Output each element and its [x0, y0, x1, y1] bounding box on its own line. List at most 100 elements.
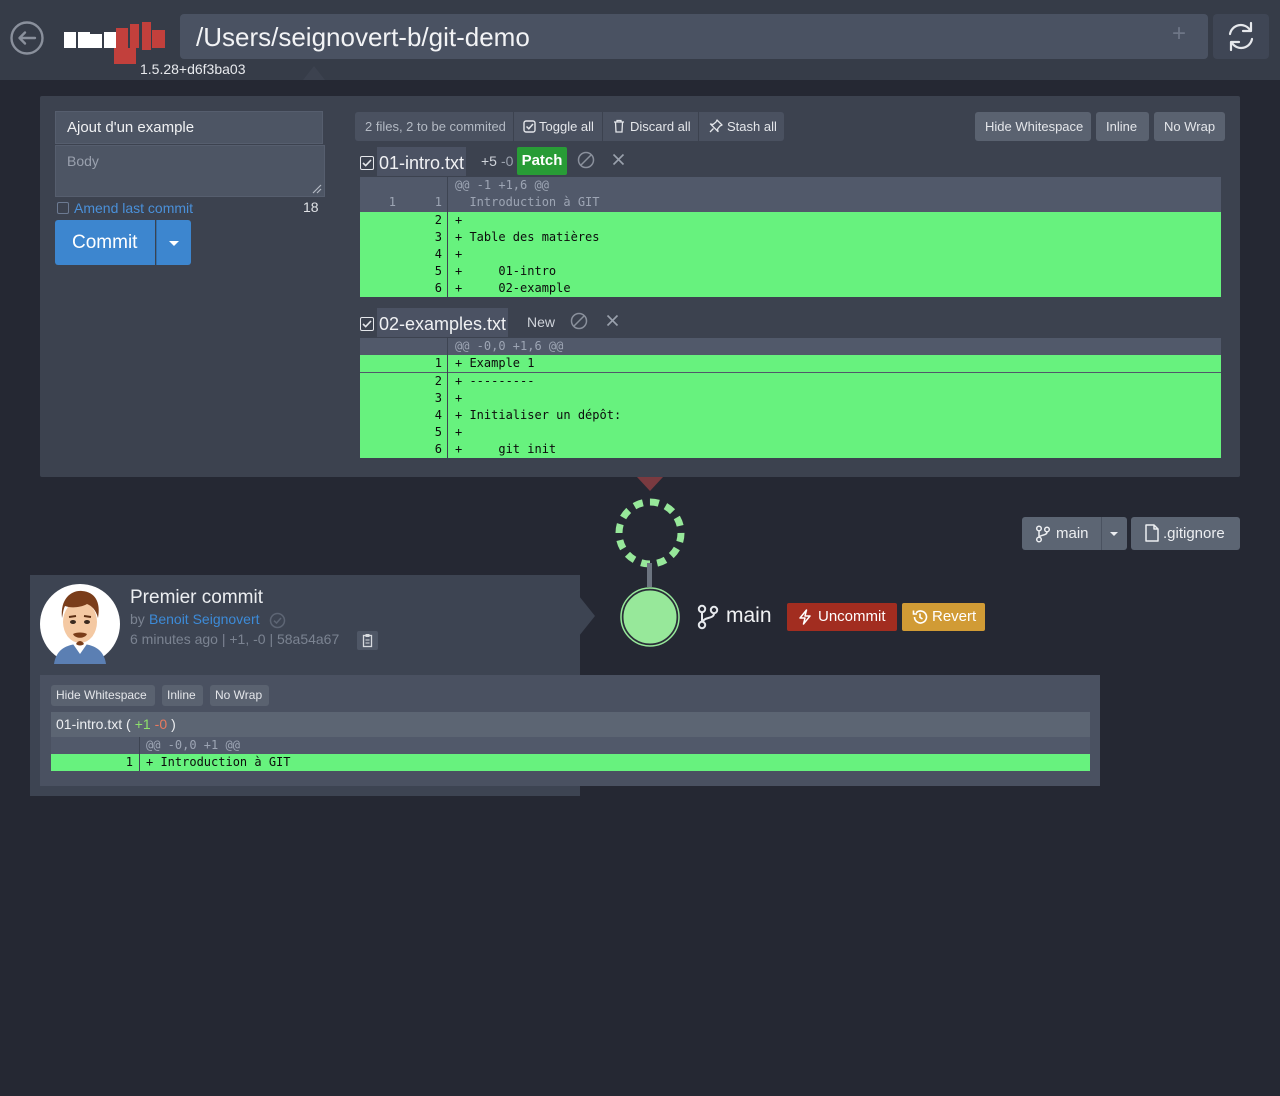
diff-line: 1 1 Introduction à GIT — [360, 194, 1221, 211]
gitignore-button[interactable]: .gitignore — [1131, 517, 1240, 550]
caret-down-icon — [169, 241, 179, 246]
diff-line: 4 + Initialiser un dépôt: — [360, 407, 1221, 424]
file-name[interactable]: 01-intro.txt — [377, 147, 467, 176]
commit-meta: 6 minutes ago | +1, -0 | 58a54a67 — [130, 631, 340, 647]
diff-line: 2 + — [360, 212, 1221, 229]
commit-button-label: Commit — [72, 232, 138, 253]
diff-line: 3 + Table des matières — [360, 229, 1221, 246]
panel-pointer-down — [637, 477, 663, 491]
close-icon[interactable] — [612, 153, 625, 166]
new-line-number: 6 — [434, 281, 442, 295]
branch-icon — [697, 604, 719, 630]
file-checkbox[interactable] — [360, 317, 374, 331]
diff-line-text: + Table des matières — [455, 230, 600, 244]
file-name[interactable]: 02-examples.txt — [377, 308, 509, 337]
commit-title-value: Ajout d'un example — [67, 119, 195, 136]
commit-file-name-text: 01-intro.txt ( — [56, 716, 131, 732]
commit-file-name: 01-intro.txt (+1 -0) — [56, 716, 176, 732]
card-pointer — [579, 596, 595, 636]
commit-file-header[interactable] — [51, 712, 1090, 737]
panel-pointer — [303, 66, 325, 80]
revert-button[interactable]: Revert — [902, 603, 985, 631]
ignore-icon[interactable] — [570, 312, 588, 330]
no-wrap-button[interactable]: No Wrap — [1154, 112, 1225, 141]
diff-line-text: + — [455, 391, 463, 405]
refresh-button[interactable] — [1213, 14, 1269, 59]
stash-all-label: Stash all — [727, 119, 777, 134]
files-summary: 2 files, 2 to be commited — [355, 112, 513, 141]
commit-diff-view: @@ -0,0 +1 @@ 1 + Introduction à GIT — [51, 737, 1090, 771]
toggle-all-button[interactable]: Toggle all — [514, 112, 602, 141]
diff-line-text: + — [455, 425, 463, 439]
diff-line: 6 + 02-example — [360, 280, 1221, 297]
old-line-number: 1 — [388, 195, 396, 209]
ignore-icon[interactable] — [577, 151, 595, 169]
new-line-number: 5 — [434, 264, 442, 278]
diff-line-text: + Example 1 — [455, 356, 535, 370]
diff-line: 1 + Introduction à GIT — [51, 754, 1090, 771]
verified-icon — [269, 612, 286, 629]
diff-hunk: @@ -0,0 +1 @@ — [51, 737, 1090, 754]
file-stat-add: +5 — [481, 153, 497, 169]
branch-select-button[interactable]: main — [1022, 517, 1101, 550]
commit-file-add: +1 — [134, 716, 151, 732]
check-square-icon — [523, 120, 536, 133]
uncommit-button[interactable]: Uncommit — [787, 603, 897, 631]
uncommit-label: Uncommit — [818, 608, 886, 625]
file-stat-del: -0 — [501, 153, 514, 169]
refresh-icon — [1228, 21, 1254, 52]
diff-line-text: + git init — [455, 442, 557, 456]
version-label: 1.5.28+d6f3ba03 — [140, 61, 246, 77]
diff-line-text: + — [455, 247, 463, 261]
inline-button[interactable]: Inline — [162, 685, 203, 706]
diff-view: @@ -1 +1,6 @@ 1 1 Introduction à GIT 2 +… — [360, 177, 1221, 297]
commit-dropdown-button[interactable] — [156, 220, 191, 265]
new-line-number: 1 — [125, 755, 133, 769]
pending-commit-node[interactable] — [613, 496, 687, 570]
hide-whitespace-button[interactable]: Hide Whitespace — [975, 112, 1091, 141]
caret-down-icon — [1110, 532, 1118, 536]
ungit-logo[interactable] — [64, 20, 166, 66]
diff-line: 2 + --------- — [360, 373, 1221, 390]
patch-button[interactable]: Patch — [517, 147, 567, 175]
gitignore-label: .gitignore — [1163, 525, 1225, 542]
new-line-number: 6 — [434, 442, 442, 456]
diff-line: 5 + — [360, 424, 1221, 441]
diff-line: 5 + 01-intro — [360, 263, 1221, 280]
lightning-icon — [799, 609, 811, 625]
diff-line: 3 + — [360, 390, 1221, 407]
resize-grip-icon — [312, 184, 322, 194]
new-line-number: 3 — [434, 230, 442, 244]
char-count: 18 — [303, 199, 319, 215]
diff-line: 4 + — [360, 246, 1221, 263]
no-wrap-button[interactable]: No Wrap — [210, 685, 269, 706]
commit-author[interactable]: Benoit Seignovert — [149, 611, 260, 627]
diff-line-text: + 02-example — [455, 281, 571, 295]
hunk-header: @@ -1 +1,6 @@ — [455, 178, 549, 192]
file-checkbox[interactable] — [360, 156, 374, 170]
path-text: /Users/seignovert-b/git-demo — [196, 22, 530, 52]
branch-icon — [1035, 525, 1051, 543]
discard-all-label: Discard all — [630, 119, 691, 134]
diff-line-text: + 01-intro — [455, 264, 557, 278]
new-line-number: 3 — [434, 391, 442, 405]
hunk-header: @@ -0,0 +1,6 @@ — [455, 339, 564, 353]
copy-hash-button[interactable] — [357, 631, 378, 650]
hide-whitespace-button[interactable]: Hide Whitespace — [51, 685, 155, 706]
hunk-header: @@ -0,0 +1 @@ — [146, 738, 240, 752]
amend-label[interactable]: Amend last commit — [74, 200, 193, 216]
branch-label[interactable]: main — [726, 604, 772, 628]
stash-all-button[interactable]: Stash all — [699, 112, 784, 141]
amend-checkbox[interactable] — [57, 202, 69, 214]
add-path-icon[interactable]: + — [1172, 20, 1186, 48]
inline-button[interactable]: Inline — [1096, 112, 1149, 141]
branch-dropdown-button[interactable] — [1101, 517, 1127, 550]
diff-line: 1 + Example 1 — [360, 355, 1221, 372]
new-line-number: 4 — [434, 247, 442, 261]
commit-body-placeholder: Body — [67, 153, 99, 169]
discard-all-button[interactable]: Discard all — [603, 112, 698, 141]
close-icon[interactable] — [606, 314, 619, 327]
diff-line-text: + --------- — [455, 374, 535, 388]
back-icon[interactable] — [10, 21, 44, 55]
commit-node[interactable] — [620, 587, 680, 647]
